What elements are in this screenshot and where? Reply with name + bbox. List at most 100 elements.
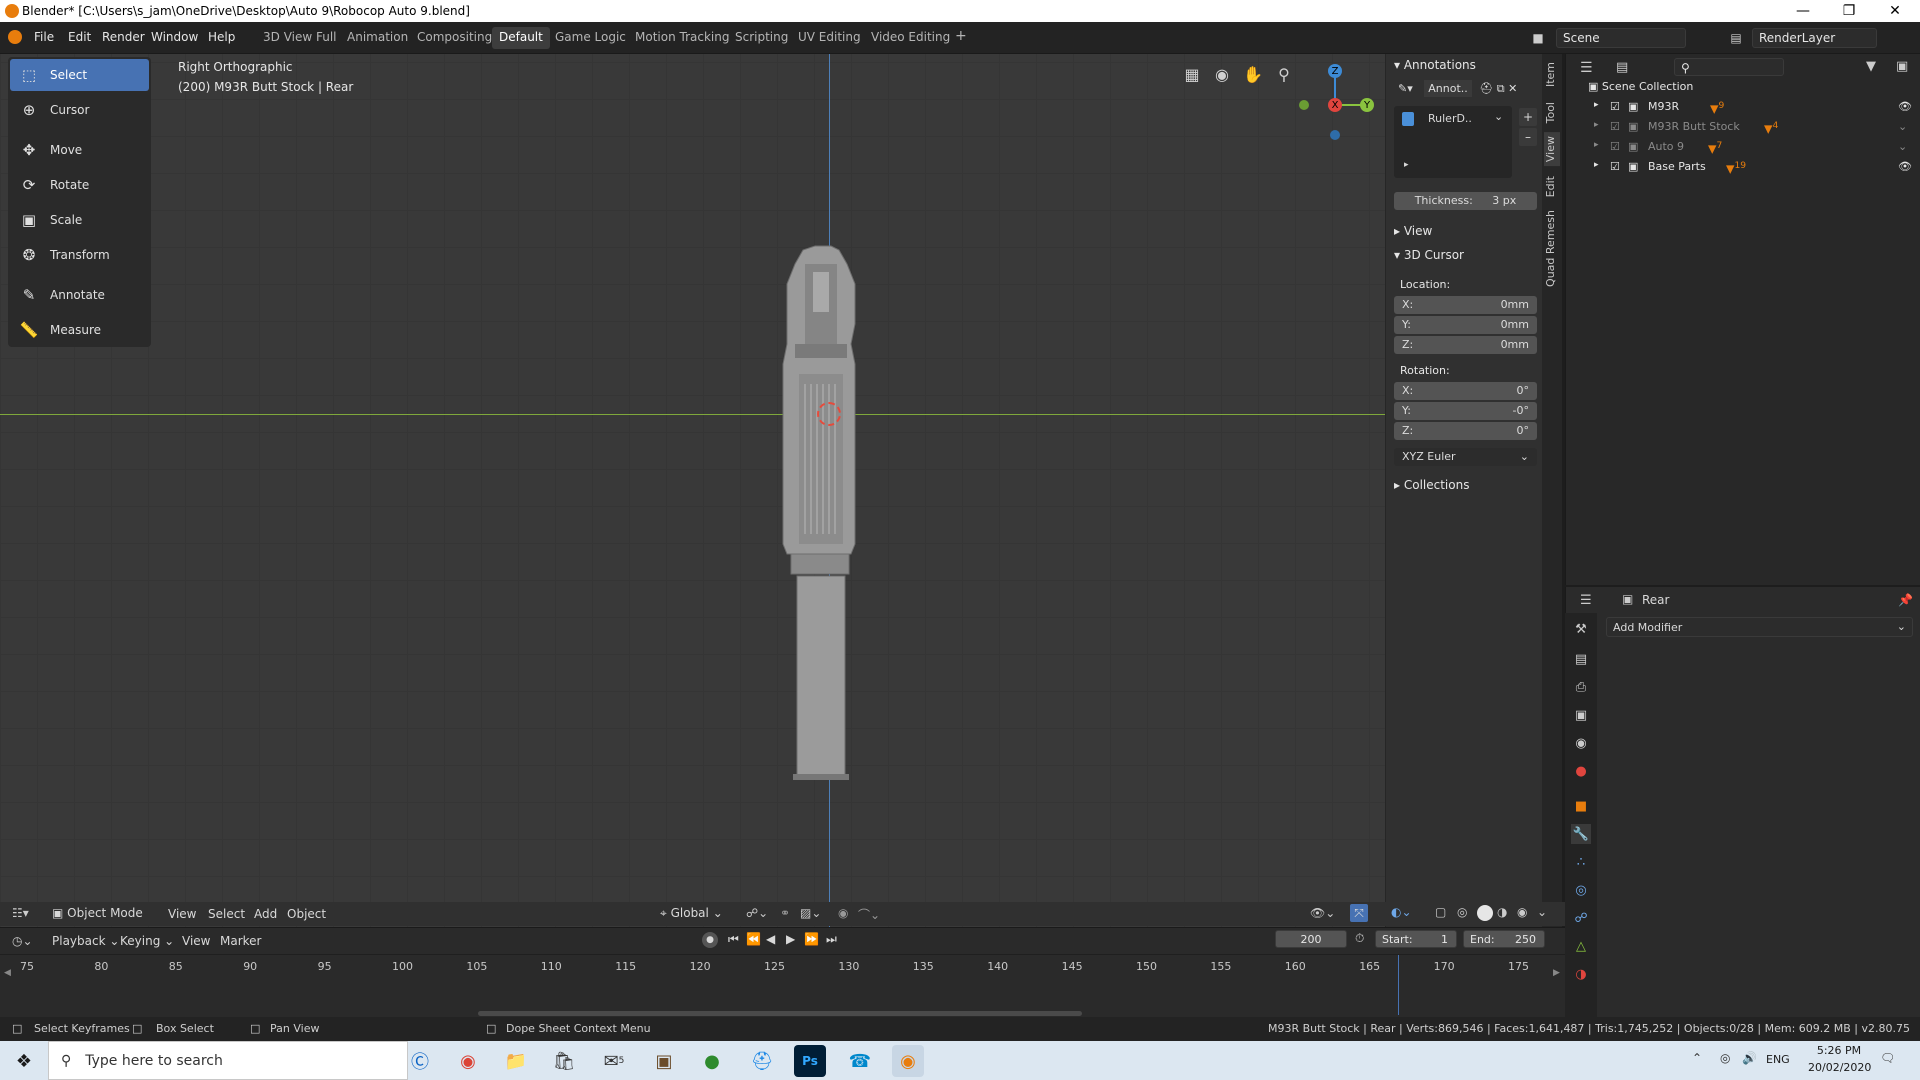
- tab-default[interactable]: Default: [492, 27, 550, 49]
- navigation-gizmo[interactable]: Z X Y: [1292, 58, 1382, 148]
- tab-item[interactable]: Item: [1544, 58, 1560, 91]
- rendered-shading-icon[interactable]: ◉: [1517, 905, 1527, 919]
- annotation-datablock[interactable]: ✎▾ Annot.. ⛑ ⧉ ✕: [1398, 80, 1538, 102]
- object-icon[interactable]: ■: [1571, 796, 1591, 816]
- shield-app-icon[interactable]: ⛑: [746, 1045, 778, 1077]
- tab-scripting[interactable]: Scripting: [728, 27, 795, 49]
- grid-icon[interactable]: ▦: [1180, 62, 1204, 86]
- restore-icon[interactable]: ❐: [1826, 0, 1872, 22]
- skype-icon[interactable]: ☎: [844, 1045, 876, 1077]
- tool-select[interactable]: ⬚ Select: [10, 59, 149, 91]
- m93r-butt-stock-model[interactable]: [775, 244, 885, 784]
- windows-start-icon[interactable]: ❖: [8, 1045, 40, 1077]
- expand-arrow-icon[interactable]: ▸: [1594, 160, 1599, 170]
- menu-timeline-view[interactable]: View: [182, 934, 210, 948]
- falloff-icon[interactable]: ⌒⌄: [858, 906, 880, 923]
- collection-row[interactable]: ▸ ☑ ▣ Auto 9 ▼7 ⌄: [1566, 140, 1920, 160]
- orientation-select[interactable]: ⌖ Global ⌄: [660, 904, 734, 924]
- cursor-location-x[interactable]: X: 0mm: [1394, 296, 1537, 314]
- pin-icon[interactable]: 📌: [1898, 593, 1913, 607]
- tool-move[interactable]: ✥ Move: [10, 134, 149, 166]
- proportional-edit-icon[interactable]: ◉: [838, 906, 848, 920]
- timeline[interactable]: ◷⌄ Playback ⌄ Keying ⌄ View Marker ● ⏮ ⏪…: [0, 927, 1565, 1027]
- snap-target-icon[interactable]: ▨⌄: [800, 906, 821, 920]
- checkbox-icon[interactable]: ☑: [1610, 140, 1620, 153]
- menu-add[interactable]: Add: [254, 907, 277, 921]
- record-icon[interactable]: ●: [702, 932, 718, 948]
- chevron-down-icon[interactable]: ⌄: [1494, 110, 1503, 123]
- gizmo-x[interactable]: X: [1328, 98, 1342, 112]
- thickness-field[interactable]: Thickness: 3 px: [1394, 192, 1537, 210]
- eye-icon[interactable]: 👁: [1898, 100, 1912, 113]
- 3d-cursor-panel-header[interactable]: ▾ 3D Cursor: [1394, 248, 1464, 262]
- cursor-rotation-z[interactable]: Z: 0°: [1394, 422, 1537, 440]
- tab-edit[interactable]: Edit: [1544, 172, 1560, 201]
- expand-arrow-icon[interactable]: ▸: [1594, 100, 1599, 110]
- eye-closed-icon[interactable]: ⌄: [1898, 140, 1907, 153]
- mode-select[interactable]: ▣ Object Mode ⌄: [48, 904, 152, 934]
- tab-game-logic[interactable]: Game Logic: [548, 27, 633, 49]
- xray-icon[interactable]: ▢: [1435, 905, 1446, 919]
- collection-row[interactable]: ▸ ☑ ▣ M93R Butt Stock ▼4 ⌄: [1566, 120, 1920, 140]
- close-icon[interactable]: ✕: [1872, 0, 1918, 22]
- scene-collection-row[interactable]: ▣ Scene Collection: [1566, 80, 1920, 100]
- expand-arrow-icon[interactable]: ▸: [1594, 120, 1599, 130]
- outliner-search-input[interactable]: ⚲: [1674, 58, 1784, 76]
- duplicate-icon[interactable]: ⧉: [1497, 82, 1505, 95]
- checkbox-icon[interactable]: ☑: [1610, 100, 1620, 113]
- annotations-header[interactable]: ▾ Annotations: [1394, 58, 1476, 72]
- scene-icon[interactable]: ■: [1526, 29, 1550, 47]
- wireframe-shading-icon[interactable]: ◎: [1457, 905, 1467, 919]
- cursor-rotation-x[interactable]: X: 0°: [1394, 382, 1537, 400]
- tab-tool[interactable]: Tool: [1544, 98, 1560, 127]
- network-icon[interactable]: ◎: [1720, 1051, 1730, 1065]
- camera-icon[interactable]: ◉: [1210, 62, 1234, 86]
- editor-type-icon[interactable]: ☰: [1580, 60, 1593, 76]
- collection-row[interactable]: ▸ ☑ ▣ M93R ▼9 👁: [1566, 100, 1920, 120]
- clock-date[interactable]: 20/02/2020: [1808, 1061, 1871, 1074]
- cursor-rotation-y[interactable]: Y: -0°: [1394, 402, 1537, 420]
- end-frame-field[interactable]: End: 250: [1463, 930, 1545, 948]
- file-explorer-icon[interactable]: 📁: [500, 1045, 532, 1077]
- taskbar-search-input[interactable]: ⚲ Type here to search: [48, 1041, 408, 1080]
- tab-compositing[interactable]: Compositing: [410, 27, 499, 49]
- menu-file[interactable]: File: [34, 30, 54, 44]
- render-layer-icon[interactable]: ▤: [1724, 29, 1748, 47]
- tab-3d-view-full[interactable]: 3D View Full: [256, 27, 344, 49]
- tool-transform[interactable]: ❂ Transform: [10, 239, 149, 271]
- output-icon[interactable]: ⎙: [1571, 677, 1591, 697]
- clock-time[interactable]: 5:26 PM: [1808, 1044, 1870, 1057]
- cursor-location-y[interactable]: Y: 0mm: [1394, 316, 1537, 334]
- menu-keying[interactable]: Keying ⌄: [120, 934, 174, 948]
- material-icon[interactable]: ◑: [1571, 964, 1591, 984]
- expand-arrow-icon[interactable]: ▸: [1594, 140, 1599, 150]
- blender-taskbar-icon[interactable]: ◉: [892, 1045, 924, 1077]
- menu-edit[interactable]: Edit: [68, 30, 91, 44]
- constraints-icon[interactable]: ☍: [1571, 908, 1591, 928]
- menu-render[interactable]: Render: [102, 30, 145, 44]
- layer-color-swatch[interactable]: [1402, 112, 1414, 126]
- scene-icon[interactable]: ◉: [1571, 733, 1591, 753]
- start-frame-field[interactable]: Start: 1: [1375, 930, 1457, 948]
- tool-scale[interactable]: ▣ Scale: [10, 204, 149, 236]
- remove-layer-icon[interactable]: –: [1519, 128, 1537, 146]
- language-indicator[interactable]: ENG: [1766, 1053, 1790, 1066]
- checkbox-icon[interactable]: ☑: [1610, 120, 1620, 133]
- editor-type-icon[interactable]: ◷⌄: [12, 934, 33, 948]
- current-frame-field[interactable]: 200: [1275, 930, 1347, 948]
- eye-icon[interactable]: 👁: [1898, 160, 1912, 173]
- render-layer-field[interactable]: RenderLayer: [1752, 28, 1877, 48]
- jump-end-icon[interactable]: ⏭: [826, 932, 837, 947]
- next-keyframe-icon[interactable]: ⏩: [804, 932, 819, 946]
- tab-view[interactable]: View: [1544, 132, 1560, 167]
- gizmo-toggle-icon[interactable]: ⤧: [1350, 904, 1368, 922]
- particles-icon[interactable]: ∴: [1571, 852, 1591, 872]
- edge-icon[interactable]: Ⓒ: [404, 1045, 436, 1077]
- collection-row[interactable]: ▸ ☑ ▣ Base Parts ▼19 👁: [1566, 160, 1920, 180]
- tool-rotate[interactable]: ⟳ Rotate: [10, 169, 149, 201]
- menu-object[interactable]: Object: [287, 907, 326, 921]
- tab-video-editing[interactable]: Video Editing: [864, 27, 957, 49]
- add-layer-icon[interactable]: +: [1519, 108, 1537, 126]
- gizmo-neg-y[interactable]: [1299, 100, 1309, 110]
- shield-icon[interactable]: ⛑: [1479, 82, 1493, 95]
